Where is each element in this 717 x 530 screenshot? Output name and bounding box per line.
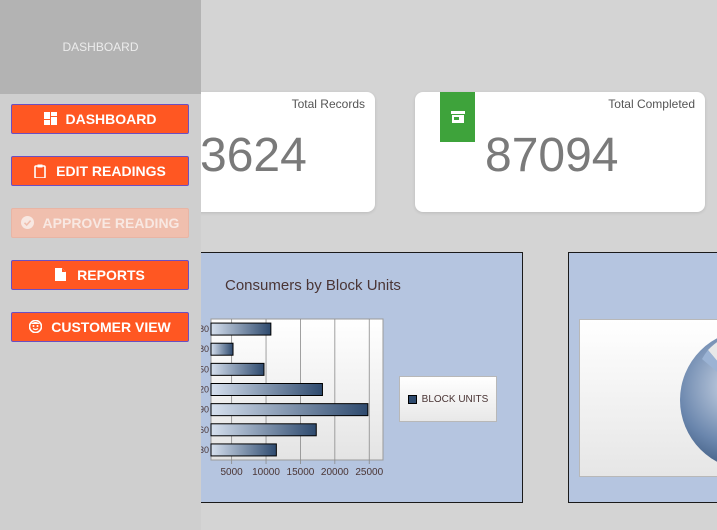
x-tick-label: 5000 — [221, 467, 244, 478]
chart-legend: BLOCK UNITS — [399, 376, 497, 422]
nav-approve-reading-label: APPROVE READING — [42, 215, 180, 231]
bar — [210, 342, 234, 356]
nav-customer-view-label: CUSTOMER VIEW — [51, 319, 171, 335]
face-icon — [29, 320, 43, 334]
sidebar-header: DASHBOARD — [0, 0, 201, 94]
bar — [210, 322, 272, 336]
bar — [210, 443, 277, 457]
total-records-label: Total Records — [291, 97, 365, 111]
nav-approve-reading-button[interactable]: APPROVE READING — [11, 208, 189, 238]
x-tick-label: 20000 — [321, 467, 349, 478]
store-badge — [440, 92, 475, 142]
total-completed-card: Total Completed 87094 — [415, 92, 705, 212]
bar — [210, 423, 317, 437]
dashboard-grid-icon — [43, 112, 58, 126]
bar — [210, 383, 323, 396]
block-units-chart-panel: Consumers by Block Units 5000 10000 15000 2… — [150, 252, 523, 503]
nav-edit-readings-button[interactable]: EDIT READINGS — [11, 156, 189, 186]
sidebar-header-title: DASHBOARD — [62, 40, 139, 54]
pie-plot-area — [579, 319, 717, 477]
x-tick-label: 25000 — [355, 467, 383, 478]
store-icon — [450, 110, 466, 124]
x-tick-label: 10000 — [252, 467, 280, 478]
check-circle-icon — [20, 216, 35, 230]
pie-chart-panel — [568, 252, 717, 503]
bar — [210, 362, 265, 376]
legend-label: BLOCK UNITS — [421, 393, 489, 405]
clipboard-icon — [34, 164, 48, 178]
x-tick-label: 15000 — [287, 467, 315, 478]
nav-reports-button[interactable]: REPORTS — [11, 260, 189, 290]
total-records-value: 3624 — [200, 129, 307, 182]
bar — [210, 403, 369, 417]
pie-chart — [680, 338, 717, 462]
nav-customer-view-button[interactable]: CUSTOMER VIEW — [11, 312, 189, 342]
nav-dashboard-button[interactable]: DASHBOARD — [11, 104, 189, 134]
document-icon — [55, 268, 69, 282]
sidebar: DASHBOARD DASHBOARD EDIT READINGS APPROV… — [0, 0, 201, 530]
nav-reports-label: REPORTS — [77, 267, 145, 283]
nav-dashboard-label: DASHBOARD — [65, 111, 157, 127]
total-completed-value: 87094 — [485, 129, 619, 182]
legend-swatch — [407, 394, 417, 404]
total-completed-label: Total Completed — [608, 97, 695, 111]
nav-edit-readings-label: EDIT READINGS — [56, 163, 166, 179]
